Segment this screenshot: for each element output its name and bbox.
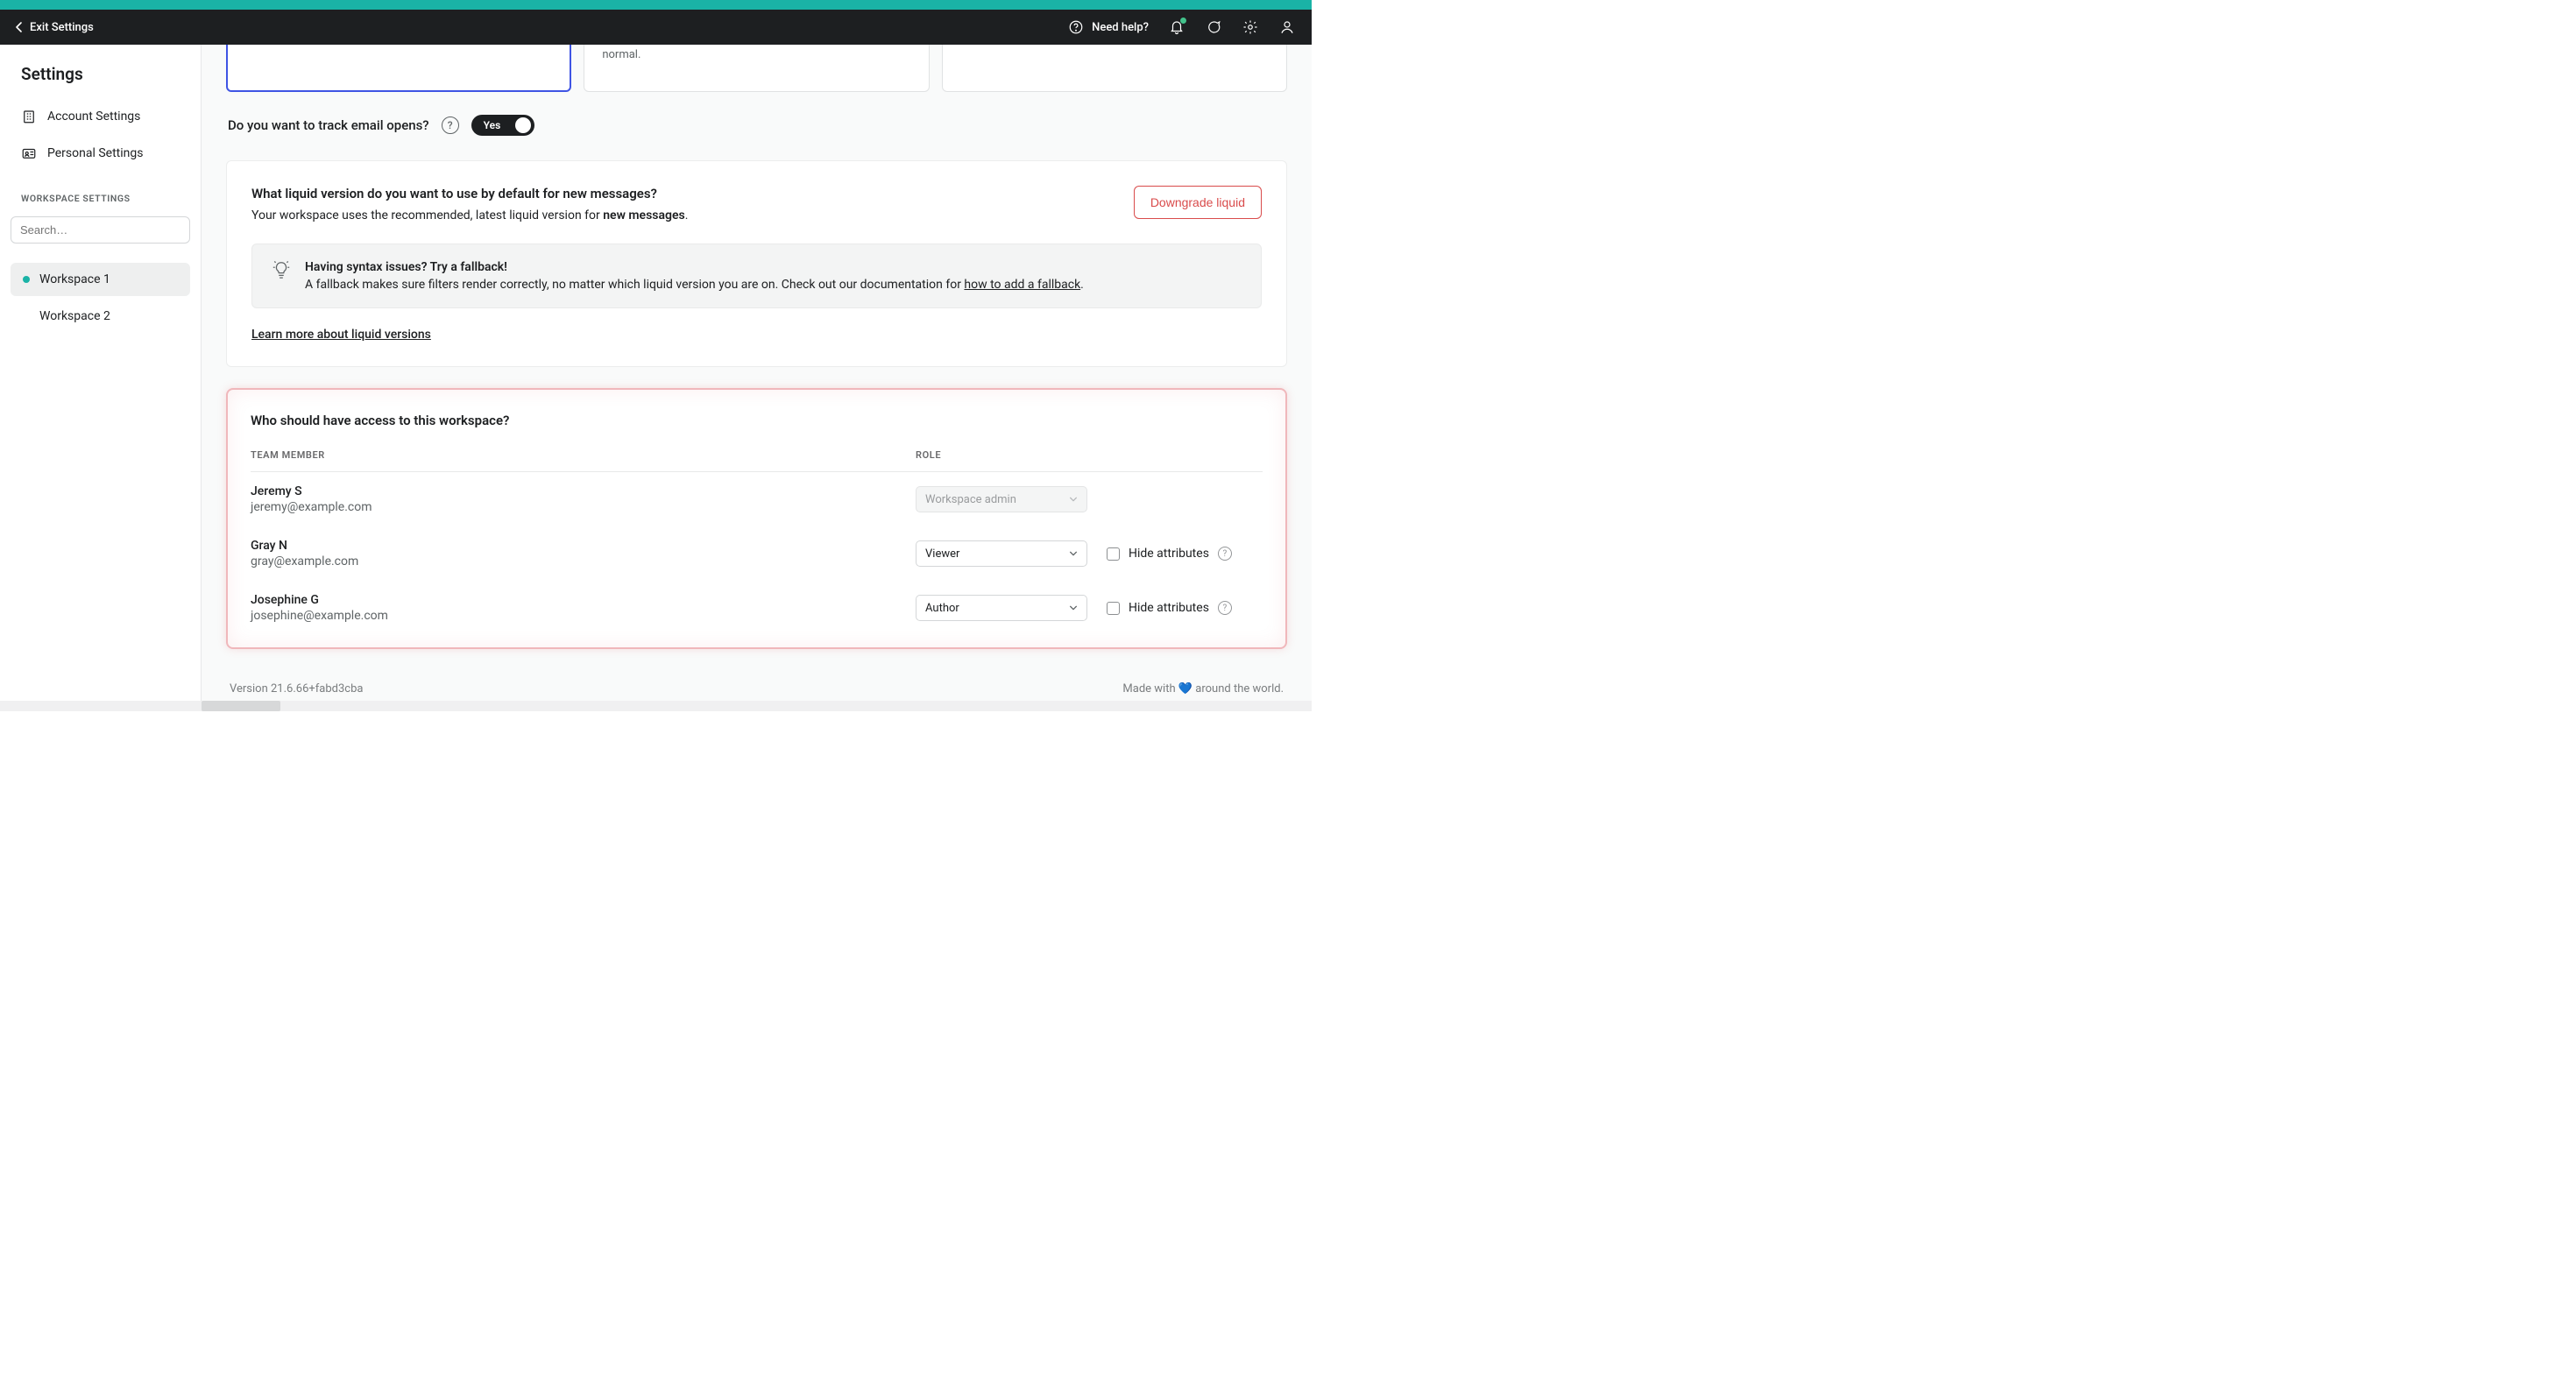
notifications-button[interactable] [1168, 18, 1185, 36]
member-email: gray@example.com [251, 554, 916, 568]
track-email-opens-row: Do you want to track email opens? ? Yes [226, 115, 1287, 160]
track-toggle[interactable]: Yes [471, 115, 534, 136]
role-select[interactable]: Viewer [916, 540, 1087, 567]
hide-attributes-label: Hide attributes [1129, 601, 1209, 615]
sidebar-item-account-settings[interactable]: Account Settings [11, 100, 190, 133]
horizontal-scrollbar[interactable] [0, 701, 1312, 711]
settings-gear-button[interactable] [1242, 18, 1259, 36]
help-icon[interactable]: ? [1218, 601, 1232, 615]
chevron-left-icon [16, 22, 23, 32]
active-dot-icon [23, 276, 30, 283]
scrollbar-thumb[interactable] [202, 701, 280, 711]
chat-button[interactable] [1205, 18, 1222, 36]
liquid-question: What liquid version do you want to use b… [251, 186, 688, 201]
sidebar-workspace-1[interactable]: Workspace 1 [11, 263, 190, 296]
workspace-access-panel: Who should have access to this workspace… [226, 388, 1287, 649]
toggle-knob [515, 117, 531, 133]
heart-icon: 💙 [1178, 682, 1192, 695]
exit-settings-link[interactable]: Exit Settings [16, 21, 94, 34]
sidebar-workspace-2[interactable]: Workspace 2 [11, 300, 190, 333]
delivery-card-test[interactable]: Emails send to your test address. Everyt… [584, 45, 929, 92]
workspace-label: Workspace 2 [39, 309, 110, 323]
th-role: ROLE [916, 449, 1263, 461]
exit-settings-label: Exit Settings [30, 21, 94, 34]
callout-body: A fallback makes sure filters render cor… [305, 278, 1084, 292]
sidebar-item-personal-settings[interactable]: Personal Settings [11, 137, 190, 170]
main-content: All messages send as defined in your wor… [202, 45, 1312, 701]
card-description: Emails send to your test address. Everyt… [602, 45, 910, 63]
chevron-down-icon [1069, 495, 1078, 504]
sidebar-section-label: WORKSPACE SETTINGS [11, 173, 190, 213]
chevron-down-icon [1069, 604, 1078, 612]
lightbulb-icon [272, 260, 291, 292]
building-icon [21, 109, 37, 124]
profile-button[interactable] [1278, 18, 1296, 36]
liquid-version-panel: What liquid version do you want to use b… [226, 160, 1287, 367]
hide-attributes-label: Hide attributes [1129, 547, 1209, 561]
sidebar-item-label: Account Settings [47, 109, 140, 124]
workspace-search-input[interactable] [11, 216, 190, 244]
learn-more-liquid-link[interactable]: Learn more about liquid versions [251, 328, 431, 342]
team-member-row: Gray N gray@example.com Viewer Hide attr… [251, 526, 1263, 581]
fallback-callout: Having syntax issues? Try a fallback! A … [251, 244, 1262, 308]
app-header: Exit Settings Need help? [0, 10, 1312, 45]
chevron-down-icon [1069, 549, 1078, 558]
help-icon[interactable]: ? [442, 116, 459, 134]
notification-dot-icon [1180, 18, 1186, 24]
need-help-link[interactable]: Need help? [1067, 18, 1149, 36]
role-select: Workspace admin [916, 486, 1087, 512]
toggle-label: Yes [484, 119, 501, 131]
member-name: Jeremy S [251, 484, 916, 498]
need-help-label: Need help? [1092, 21, 1149, 34]
delivery-card-normal[interactable]: All messages send as defined in your wor… [226, 45, 571, 92]
role-value: Viewer [925, 547, 959, 561]
member-name: Gray N [251, 539, 916, 553]
id-card-icon [21, 145, 37, 161]
fallback-doc-link[interactable]: how to add a fallback [964, 278, 1080, 292]
page-footer: Version 21.6.66+fabd3cba Made with 💙 aro… [226, 670, 1287, 701]
track-question: Do you want to track email opens? [228, 117, 429, 133]
access-title: Who should have access to this workspace… [251, 413, 1263, 428]
team-member-row: Jeremy S jeremy@example.com Workspace ad… [251, 472, 1263, 526]
card-description: All message delivery is disabled. [960, 45, 1269, 47]
delivery-options-row: All messages send as defined in your wor… [226, 45, 1287, 92]
delivery-card-never[interactable]: All message delivery is disabled. [942, 45, 1287, 92]
sidebar-item-label: Personal Settings [47, 146, 143, 160]
hide-attributes-checkbox[interactable] [1107, 602, 1120, 615]
accent-bar [0, 0, 1312, 10]
team-member-row: Josephine G josephine@example.com Author… [251, 581, 1263, 635]
role-value: Workspace admin [925, 493, 1016, 506]
role-select[interactable]: Author [916, 595, 1087, 621]
settings-sidebar: Settings Account Settings Personal Setti… [0, 45, 202, 701]
th-team-member: TEAM MEMBER [251, 449, 916, 461]
access-table-header: TEAM MEMBER ROLE [251, 449, 1263, 472]
hide-attributes-checkbox[interactable] [1107, 547, 1120, 561]
downgrade-liquid-button[interactable]: Downgrade liquid [1134, 186, 1262, 219]
role-value: Author [925, 602, 959, 615]
member-email: jeremy@example.com [251, 500, 916, 514]
made-with-text: Made with 💙 around the world. [1122, 682, 1284, 695]
member-name: Josephine G [251, 593, 916, 607]
version-text: Version 21.6.66+fabd3cba [230, 682, 363, 695]
liquid-subtext: Your workspace uses the recommended, lat… [251, 208, 688, 222]
callout-title: Having syntax issues? Try a fallback! [305, 260, 1084, 274]
member-email: josephine@example.com [251, 609, 916, 623]
help-circle-icon [1067, 18, 1085, 36]
card-description: All messages send as defined in your wor… [244, 45, 553, 47]
help-icon[interactable]: ? [1218, 547, 1232, 561]
workspace-label: Workspace 1 [39, 272, 110, 286]
sidebar-title: Settings [11, 64, 190, 96]
